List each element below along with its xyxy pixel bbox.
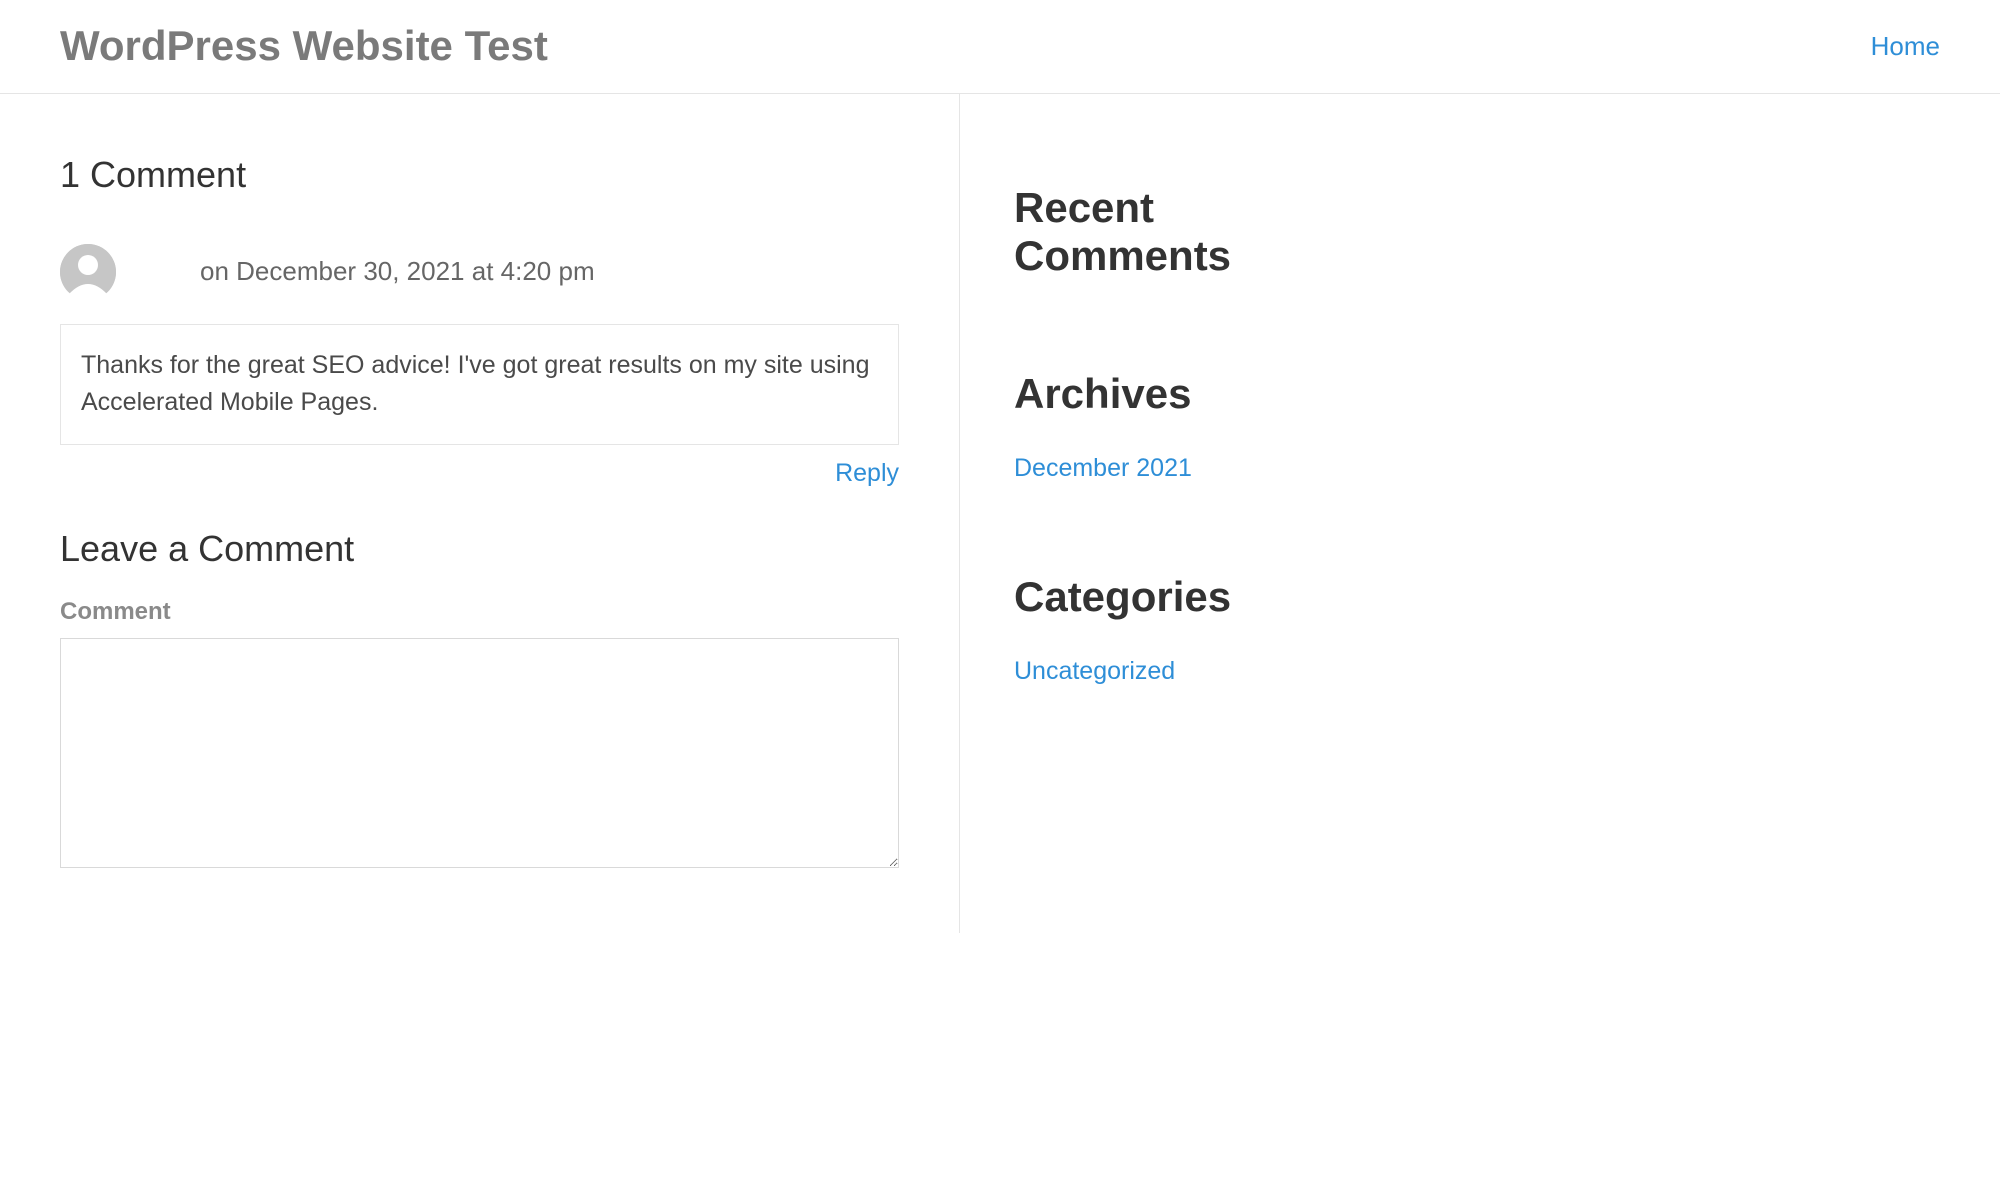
nav-home-link[interactable]: Home: [1871, 31, 1940, 62]
archives-link-december-2021[interactable]: December 2021: [1014, 454, 1380, 483]
reply-link[interactable]: Reply: [835, 459, 899, 487]
categories-widget: Categories Uncategorized: [1014, 573, 1380, 686]
comment-field-label: Comment: [60, 598, 899, 626]
comment-meta: on December 30, 2021 at 4:20 pm: [60, 244, 899, 300]
archives-heading: Archives: [1014, 370, 1380, 418]
recent-comments-widget: Recent Comments: [1014, 184, 1380, 280]
page-container: 1 Comment on December 30, 2021 at 4:20 p…: [0, 94, 2000, 933]
site-header: WordPress Website Test Home: [0, 0, 2000, 94]
user-icon: [60, 244, 116, 300]
archives-widget: Archives December 2021: [1014, 370, 1380, 483]
comment-textarea[interactable]: [60, 638, 899, 868]
categories-heading: Categories: [1014, 573, 1380, 621]
comment-body: Thanks for the great SEO advice! I've go…: [60, 324, 899, 445]
leave-comment-heading: Leave a Comment: [60, 528, 899, 570]
site-title[interactable]: WordPress Website Test: [60, 18, 548, 75]
categories-link-uncategorized[interactable]: Uncategorized: [1014, 657, 1380, 686]
reply-row: Reply: [60, 459, 899, 488]
sidebar: Recent Comments Archives December 2021 C…: [960, 94, 1440, 933]
main-content: 1 Comment on December 30, 2021 at 4:20 p…: [0, 94, 960, 933]
comments-heading: 1 Comment: [60, 154, 899, 196]
avatar: [60, 244, 116, 300]
comment-date: on December 30, 2021 at 4:20 pm: [200, 256, 595, 287]
comment-item: on December 30, 2021 at 4:20 pm Thanks f…: [60, 244, 899, 445]
recent-comments-heading: Recent Comments: [1014, 184, 1380, 280]
